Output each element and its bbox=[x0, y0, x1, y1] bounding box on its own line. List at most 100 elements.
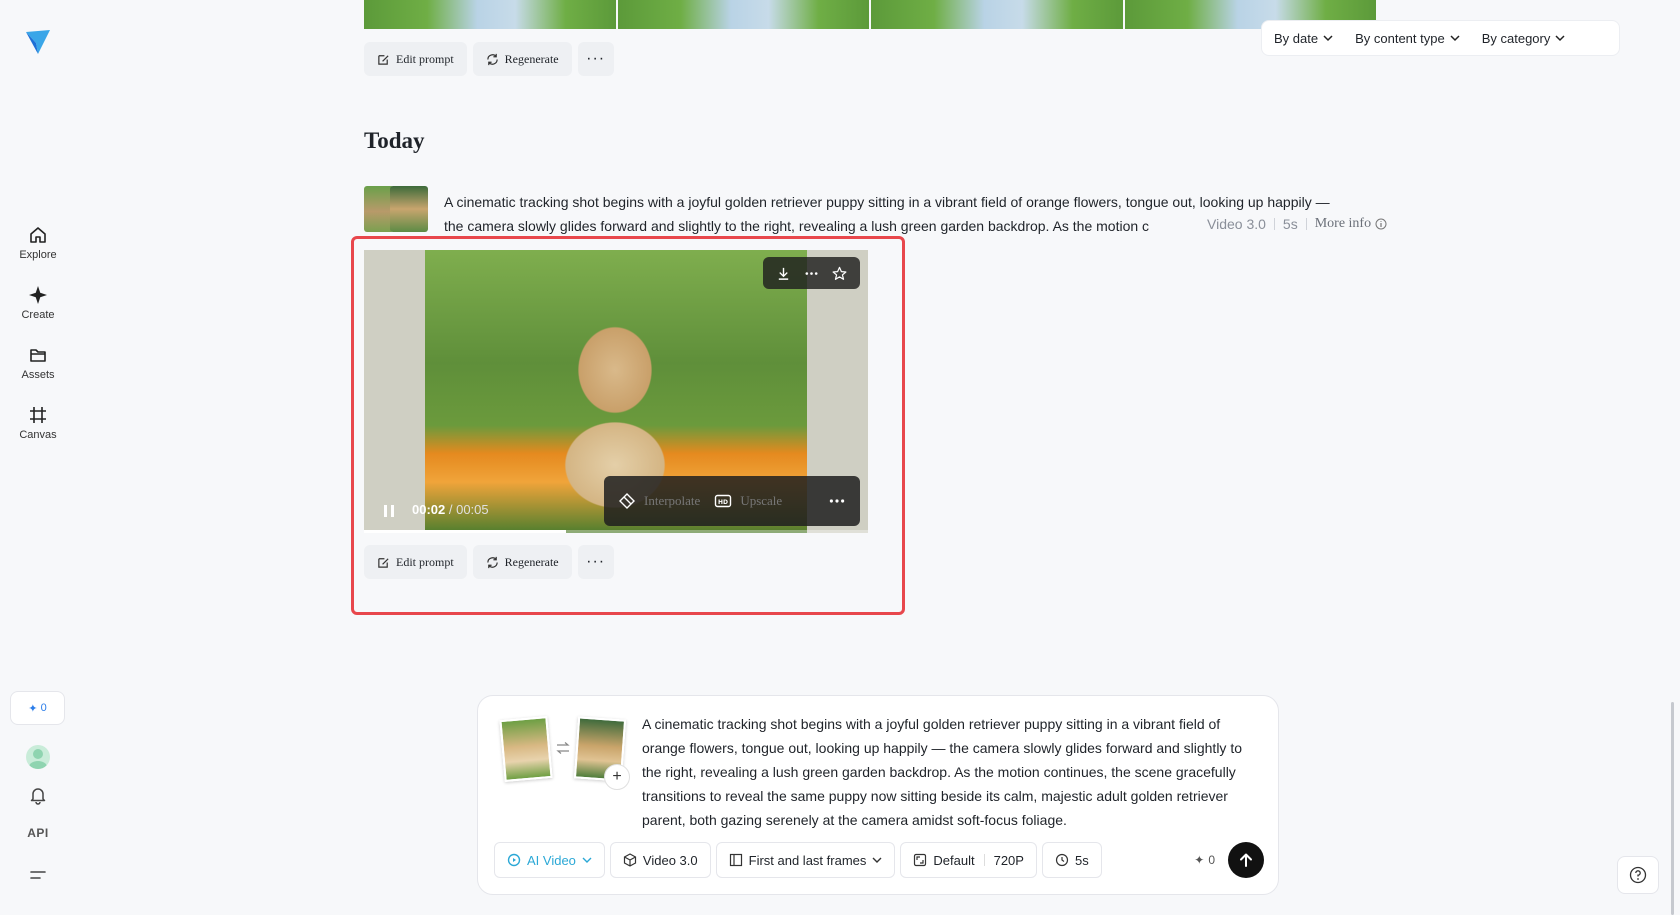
more-horizontal-icon[interactable] bbox=[828, 492, 846, 510]
menu-icon[interactable] bbox=[29, 868, 47, 882]
filter-label: By category bbox=[1481, 30, 1551, 46]
chevron-down-icon bbox=[872, 857, 882, 863]
model-label: Video 3.0 bbox=[1207, 216, 1266, 232]
regenerate-button[interactable]: Regenerate bbox=[472, 545, 572, 579]
edit-icon bbox=[378, 54, 389, 65]
reference-images[interactable] bbox=[364, 186, 428, 232]
pause-icon[interactable] bbox=[382, 504, 396, 518]
duration-label: 5s bbox=[1074, 852, 1089, 868]
last-frame-thumbnail bbox=[390, 186, 428, 232]
clock-icon bbox=[1055, 853, 1069, 867]
sidebar-item-label: Canvas bbox=[19, 429, 57, 441]
divider bbox=[983, 854, 985, 866]
thumbnail[interactable] bbox=[364, 0, 616, 29]
svg-text:HD: HD bbox=[718, 499, 728, 506]
regenerate-button[interactable]: Regenerate bbox=[472, 42, 572, 76]
total-time: / 00:05 bbox=[448, 502, 489, 517]
video-progress-bar[interactable] bbox=[364, 530, 868, 533]
credits-badge[interactable]: ✦ 0 bbox=[10, 691, 65, 725]
button-label: Interpolate bbox=[644, 493, 701, 508]
section-title: Today bbox=[364, 128, 425, 153]
mode-label: AI Video bbox=[527, 852, 576, 868]
video-player[interactable]: 00:02 / 00:05 Interpolate HD Upscale bbox=[364, 250, 868, 533]
sidebar-item-label: Explore bbox=[19, 249, 57, 261]
star-icon: ✦ bbox=[1194, 853, 1205, 867]
frames-icon bbox=[729, 853, 742, 867]
frames-select[interactable]: First and last frames bbox=[715, 842, 896, 878]
scrollbar[interactable] bbox=[1671, 702, 1674, 915]
sidebar-item-create[interactable]: Create bbox=[0, 285, 76, 321]
add-image-button[interactable]: + bbox=[604, 764, 630, 790]
chevron-down-icon bbox=[1555, 35, 1565, 42]
more-horizontal-icon[interactable] bbox=[804, 266, 819, 281]
cube-icon bbox=[623, 853, 637, 867]
sidebar-item-explore[interactable]: Explore bbox=[0, 225, 76, 261]
upscale-button[interactable]: HD Upscale bbox=[714, 492, 782, 510]
edit-prompt-button[interactable]: Edit prompt bbox=[364, 42, 467, 76]
star-icon: ✦ bbox=[28, 702, 41, 715]
sidebar-item-label: Create bbox=[21, 309, 55, 321]
prompt-composer: + A cinematic tracking shot begins with … bbox=[477, 695, 1279, 895]
refresh-icon bbox=[486, 556, 498, 568]
model-label: Video 3.0 bbox=[642, 852, 698, 868]
thumbnail[interactable] bbox=[617, 0, 869, 29]
current-time: 00:02 bbox=[412, 502, 446, 517]
hd-icon: HD bbox=[715, 494, 732, 508]
interpolate-icon bbox=[619, 493, 635, 509]
video-bottom-toolbar: Interpolate HD Upscale bbox=[604, 476, 860, 526]
ratio-resolution-select[interactable]: Default 720P bbox=[900, 842, 1037, 878]
edit-icon bbox=[378, 557, 389, 568]
filter-by-content-type[interactable]: By content type bbox=[1355, 31, 1460, 46]
sidebar-item-canvas[interactable]: Canvas bbox=[0, 405, 76, 441]
avatar[interactable] bbox=[26, 745, 50, 769]
button-label: Edit prompt bbox=[396, 554, 454, 569]
button-label: Regenerate bbox=[504, 554, 559, 569]
button-label: Regenerate bbox=[504, 51, 559, 66]
ai-video-icon bbox=[507, 853, 521, 867]
sidebar: Explore Create Assets Canvas ✦ 0 API bbox=[0, 0, 76, 915]
frames-label: First and last frames bbox=[748, 852, 867, 868]
model-select[interactable]: Video 3.0 bbox=[609, 842, 711, 878]
sidebar-item-label: Assets bbox=[21, 369, 55, 381]
interpolate-button[interactable]: Interpolate bbox=[618, 492, 700, 510]
generation-meta: Video 3.0 5s More info bbox=[1193, 216, 1388, 232]
filter-by-date[interactable]: By date bbox=[1274, 31, 1333, 46]
previous-generation-thumbnails bbox=[364, 0, 1376, 29]
prompt-input[interactable]: A cinematic tracking shot begins with a … bbox=[642, 712, 1262, 832]
filter-label: By date bbox=[1274, 30, 1319, 46]
filter-by-category[interactable]: By category bbox=[1482, 31, 1566, 46]
video-progress-fill bbox=[364, 530, 566, 533]
credits-count: 0 bbox=[40, 702, 47, 714]
more-info-label: More info bbox=[1314, 216, 1372, 231]
bell-icon[interactable] bbox=[28, 785, 48, 805]
first-frame-image[interactable] bbox=[499, 716, 553, 782]
ratio-label: Default bbox=[933, 852, 975, 868]
previous-generation-actions: Edit prompt Regenerate ··· bbox=[364, 42, 614, 76]
button-label: Edit prompt bbox=[396, 51, 454, 66]
video-top-toolbar bbox=[763, 257, 860, 289]
chevron-down-icon bbox=[1323, 35, 1333, 42]
sparkle-icon bbox=[29, 286, 47, 304]
star-outline-icon[interactable] bbox=[832, 266, 847, 281]
download-icon[interactable] bbox=[776, 266, 791, 281]
divider bbox=[1305, 218, 1307, 230]
swap-icon[interactable] bbox=[556, 742, 570, 754]
more-options-button[interactable]: ··· bbox=[577, 42, 614, 76]
duration-select[interactable]: 5s bbox=[1041, 842, 1102, 878]
more-info-link[interactable]: More info bbox=[1315, 216, 1387, 232]
generation-actions: Edit prompt Regenerate ··· bbox=[364, 545, 614, 579]
api-link[interactable]: API bbox=[0, 826, 76, 840]
credit-cost-value: 0 bbox=[1208, 853, 1215, 867]
thumbnail[interactable] bbox=[871, 0, 1123, 29]
logo-icon[interactable] bbox=[24, 28, 52, 56]
send-button[interactable] bbox=[1228, 842, 1264, 878]
more-options-button[interactable]: ··· bbox=[577, 545, 614, 579]
help-button[interactable] bbox=[1617, 856, 1659, 894]
help-icon bbox=[1629, 866, 1647, 884]
crop-icon bbox=[30, 407, 46, 423]
edit-prompt-button[interactable]: Edit prompt bbox=[364, 545, 467, 579]
duration-label: 5s bbox=[1282, 216, 1298, 232]
sidebar-item-assets[interactable]: Assets bbox=[0, 345, 76, 381]
mode-select[interactable]: AI Video bbox=[494, 842, 605, 878]
resolution-label: 720P bbox=[993, 852, 1024, 868]
